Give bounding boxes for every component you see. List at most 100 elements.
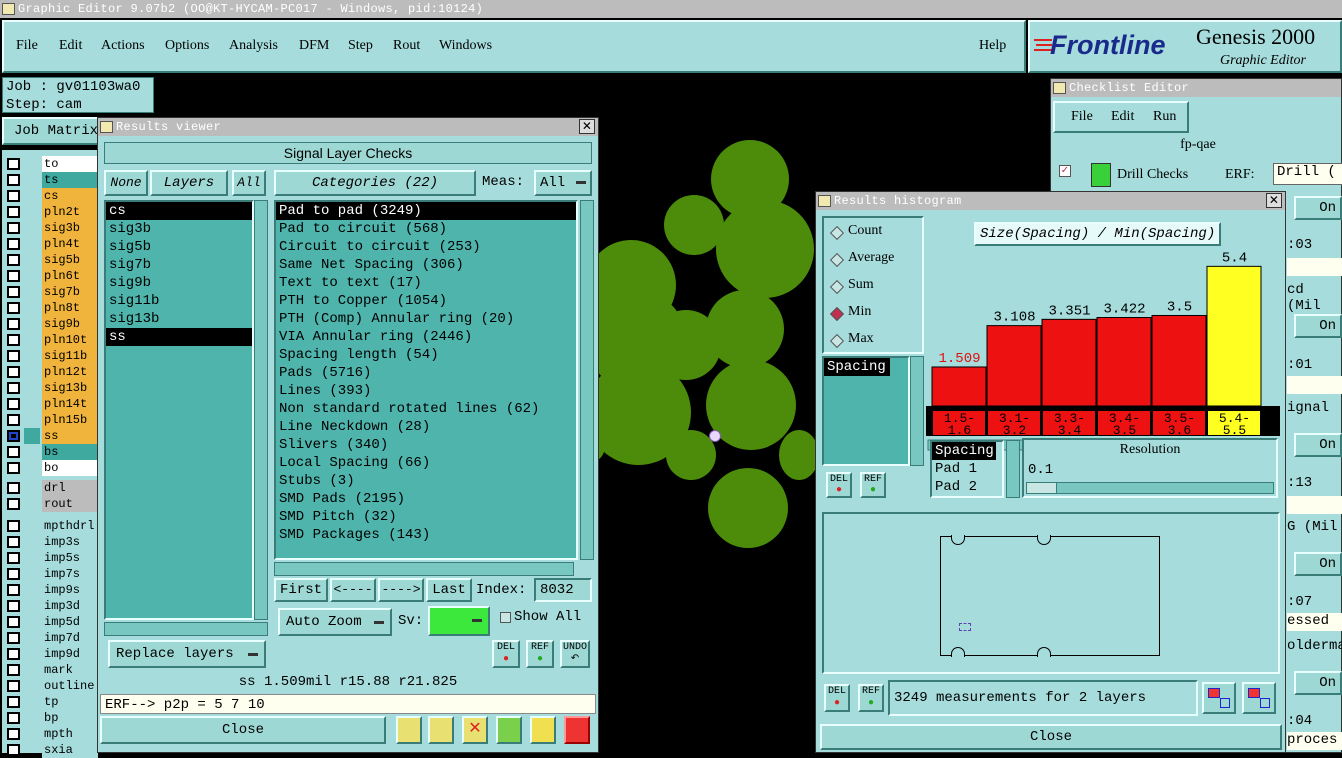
layer-checkbox[interactable] <box>7 302 20 314</box>
tool-icon-2[interactable] <box>428 716 454 744</box>
layer-row[interactable]: outline <box>2 678 98 694</box>
layer-checkbox[interactable] <box>7 158 20 170</box>
category-list-scrollbar[interactable] <box>580 200 594 560</box>
layers-button[interactable]: Layers <box>150 170 228 196</box>
graphics-canvas[interactable] <box>586 130 819 753</box>
layer-checkbox[interactable] <box>7 254 20 266</box>
layer-checkbox[interactable] <box>7 190 20 202</box>
menu-dfm[interactable]: DFM <box>299 38 329 54</box>
spacing-list-2-scrollbar[interactable] <box>1006 440 1020 498</box>
category-list-item[interactable]: Non standard rotated lines (62) <box>276 400 576 418</box>
histogram-bar[interactable] <box>1206 265 1262 407</box>
layer-checkbox[interactable] <box>7 430 20 442</box>
layer-name[interactable]: imp3d <box>42 598 98 614</box>
layer-row[interactable]: imp9d <box>2 646 98 662</box>
layer-row[interactable]: mark <box>2 662 98 678</box>
job-matrix-button[interactable]: Job Matrix <box>2 117 110 145</box>
undo-button[interactable]: UNDO ↶ <box>560 640 590 668</box>
layer-name[interactable]: bo <box>42 460 98 476</box>
layer-name[interactable]: imp5d <box>42 614 98 630</box>
sv-color-select[interactable] <box>428 606 490 636</box>
layer-row[interactable]: sig3b <box>2 220 98 236</box>
layer-list[interactable]: cs sig3b sig5b sig7b sig9b sig11b sig13b ss <box>104 200 254 620</box>
layer-list-item[interactable]: sig3b <box>106 220 252 238</box>
layer-name[interactable]: imp5s <box>42 550 98 566</box>
spacing-list-2-item[interactable]: Pad 2 <box>932 478 1002 496</box>
hist-del-button[interactable]: DEL ● <box>826 472 852 498</box>
layer-row[interactable]: mpthdrl <box>2 518 98 534</box>
layer-name[interactable]: sxia <box>42 742 98 758</box>
spacing-scrollbar[interactable] <box>910 356 924 466</box>
layer-list-item[interactable]: sig9b <box>106 274 252 292</box>
layer-name[interactable]: pln6t <box>42 268 98 284</box>
category-list-hscrollbar[interactable] <box>274 562 574 576</box>
layer-checkbox[interactable] <box>7 648 20 660</box>
close-button[interactable]: Close <box>100 716 386 744</box>
menu-help[interactable]: Help <box>979 38 1006 54</box>
on-button-3[interactable]: On <box>1294 433 1342 457</box>
layer-checkbox[interactable] <box>7 398 20 410</box>
layer-name[interactable]: sig11b <box>42 348 98 364</box>
category-list-item[interactable]: PTH (Comp) Annular ring (20) <box>276 310 576 328</box>
zoom-to-icon[interactable] <box>1202 682 1236 714</box>
ref-button[interactable]: REF ● <box>526 640 554 668</box>
layer-checkbox[interactable] <box>7 462 20 474</box>
checklist-menu-run[interactable]: Run <box>1153 109 1176 125</box>
auto-zoom-select[interactable]: Auto Zoom <box>278 608 392 636</box>
hist-ref-button-2[interactable]: REF ● <box>858 684 884 712</box>
layer-checkbox[interactable] <box>7 664 20 676</box>
layer-list-item[interactable]: sig7b <box>106 256 252 274</box>
layer-checkbox[interactable] <box>7 206 20 218</box>
menu-analysis[interactable]: Analysis <box>229 38 278 54</box>
checklist-menu-file[interactable]: File <box>1071 109 1093 125</box>
text-field-1[interactable] <box>1287 258 1342 276</box>
layer-checkbox[interactable] <box>7 238 20 250</box>
layer-list-hscrollbar[interactable] <box>104 622 268 636</box>
layer-name[interactable]: to <box>42 156 98 172</box>
layer-checkbox[interactable] <box>7 600 20 612</box>
text-field-2[interactable] <box>1287 376 1342 394</box>
layer-checkbox[interactable] <box>7 482 20 494</box>
layer-checkbox[interactable] <box>7 446 20 458</box>
replace-layers-select[interactable]: Replace layers <box>108 640 266 668</box>
layer-row[interactable]: bs <box>2 444 98 460</box>
layer-row[interactable]: imp5d <box>2 614 98 630</box>
first-button[interactable]: First <box>274 578 328 602</box>
layer-row[interactable]: sig11b <box>2 348 98 364</box>
meas-select[interactable]: All <box>534 170 592 196</box>
layer-name[interactable]: ts <box>42 172 98 188</box>
layer-name[interactable]: cs <box>42 188 98 204</box>
layer-checkbox[interactable] <box>7 318 20 330</box>
menu-edit[interactable]: Edit <box>59 38 82 54</box>
layer-checkbox[interactable] <box>7 632 20 644</box>
category-list-item[interactable]: Pad to pad (3249) <box>276 202 576 220</box>
last-button[interactable]: Last <box>426 578 472 602</box>
category-list-item[interactable]: Line Neckdown (28) <box>276 418 576 436</box>
layer-checkbox[interactable] <box>7 568 20 580</box>
histogram-bar[interactable] <box>1041 318 1097 407</box>
layer-checkbox[interactable] <box>7 222 20 234</box>
layer-row[interactable]: pln14t <box>2 396 98 412</box>
layer-row[interactable]: ts <box>2 172 98 188</box>
category-list-item[interactable]: Text to text (17) <box>276 274 576 292</box>
on-button-4[interactable]: On <box>1294 552 1342 576</box>
layer-row[interactable]: pln8t <box>2 300 98 316</box>
layer-row[interactable]: drl <box>2 480 98 496</box>
layer-name[interactable]: imp3s <box>42 534 98 550</box>
category-list-item[interactable]: Circuit to circuit (253) <box>276 238 576 256</box>
histogram-icon[interactable] <box>564 716 590 744</box>
layer-name[interactable]: pln15b <box>42 412 98 428</box>
layer-name[interactable]: drl <box>42 480 98 496</box>
layer-row[interactable]: imp5s <box>2 550 98 566</box>
layer-row[interactable]: imp3s <box>2 534 98 550</box>
layer-name[interactable]: mpth <box>42 726 98 742</box>
layer-checkbox[interactable] <box>7 616 20 628</box>
layer-row[interactable]: rout <box>2 496 98 512</box>
board-preview[interactable] <box>822 512 1280 674</box>
count-radio[interactable] <box>829 225 845 241</box>
layer-row[interactable]: pln6t <box>2 268 98 284</box>
layer-list-item[interactable]: cs <box>106 202 252 220</box>
layer-name[interactable]: sig7b <box>42 284 98 300</box>
layer-row[interactable]: pln12t <box>2 364 98 380</box>
tool-icon-x[interactable]: ✕ <box>462 716 488 744</box>
